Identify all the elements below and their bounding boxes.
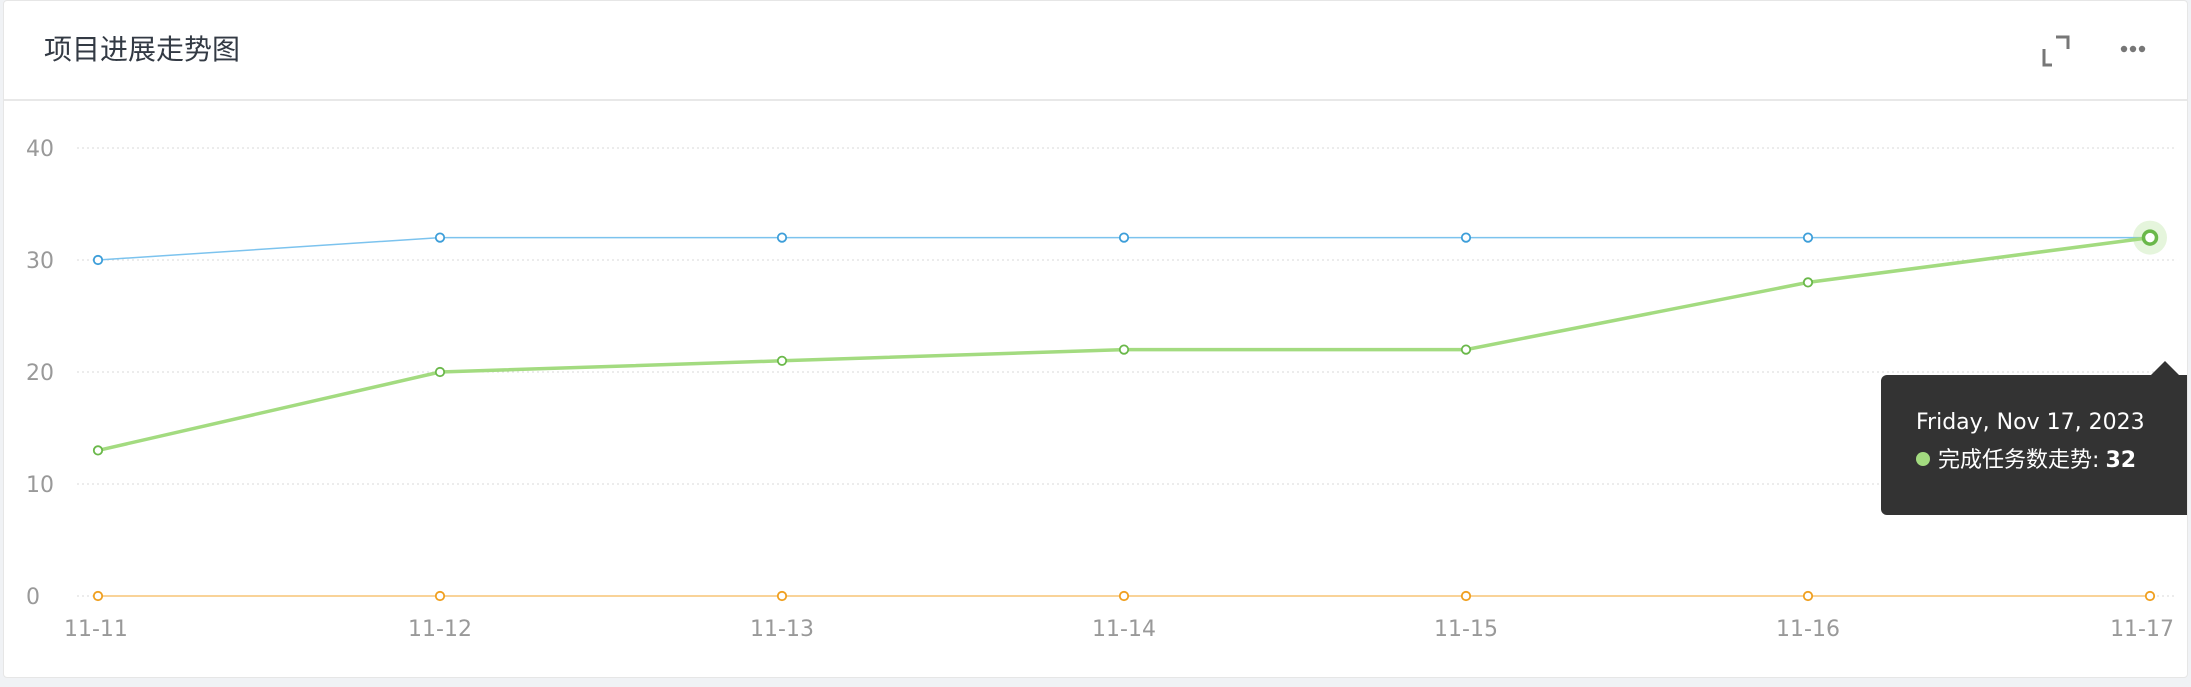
chart-tooltip: Friday, Nov 17, 2023 完成任务数走势: 32: [1881, 361, 2187, 515]
x-tick-label: 11-11: [64, 617, 128, 642]
card-title: 项目进展走势图: [44, 33, 241, 66]
data-point: [1118, 232, 1130, 243]
x-tick-label: 11-14: [1092, 617, 1156, 642]
data-point: [1460, 344, 1472, 355]
chart-card: 项目进展走势图 0 10 20 30 40 11-11 11-12 11-13 11-14 11-…: [3, 0, 2188, 678]
tooltip-series-dot: [1916, 452, 1930, 466]
data-point: [434, 232, 446, 243]
y-tick-label: 10: [26, 473, 54, 498]
data-point: [1118, 344, 1130, 355]
data-point: [92, 254, 104, 266]
x-tick-label: 11-12: [408, 617, 472, 642]
more-icon: [2120, 45, 2146, 53]
hover-point: [2141, 229, 2159, 246]
tooltip-value: 32: [2105, 448, 2137, 473]
tooltip-date: Friday, Nov 17, 2023: [1916, 410, 2145, 435]
y-tick-label: 30: [26, 249, 54, 274]
expand-button[interactable]: [2032, 29, 2076, 73]
x-tick-label: 11-13: [750, 617, 814, 642]
chart-area: 0 10 20 30 40 11-11 11-12 11-13 11-14 11-15 11-16 1…: [4, 101, 2187, 677]
series-line: [97, 235, 2151, 453]
x-tick-label: 11-17: [2110, 617, 2174, 642]
y-tick-label: 40: [26, 137, 54, 162]
data-point: [1802, 232, 1814, 243]
data-point: [434, 366, 446, 378]
data-point: [434, 590, 446, 602]
y-tick-label: 0: [26, 585, 40, 610]
data-point: [776, 355, 788, 366]
data-point: [92, 590, 104, 602]
expand-icon: [2042, 35, 2070, 67]
line-chart: 0 10 20 30 40 11-11 11-12 11-13 11-14 11-15 11-16 1…: [26, 137, 2175, 642]
data-point: [92, 445, 104, 456]
y-tick-label: 20: [26, 361, 54, 386]
data-point: [1802, 277, 1814, 288]
tooltip-row: 完成任务数走势: 32: [1916, 447, 2136, 475]
tooltip-series-name: 完成任务数走势: [1938, 448, 2093, 473]
data-point: [1118, 590, 1130, 602]
card-header: 项目进展走势图: [4, 1, 2187, 101]
data-point: [1460, 590, 1472, 602]
data-point: [1802, 590, 1814, 602]
data-point: [776, 590, 788, 602]
x-tick-label: 11-16: [1776, 617, 1840, 642]
data-point: [776, 232, 788, 243]
data-point: [1460, 232, 1472, 243]
more-options-button[interactable]: [2112, 29, 2156, 73]
tooltip-separator: :: [2092, 448, 2100, 473]
x-tick-label: 11-15: [1434, 617, 1498, 642]
data-point: [2144, 590, 2156, 602]
